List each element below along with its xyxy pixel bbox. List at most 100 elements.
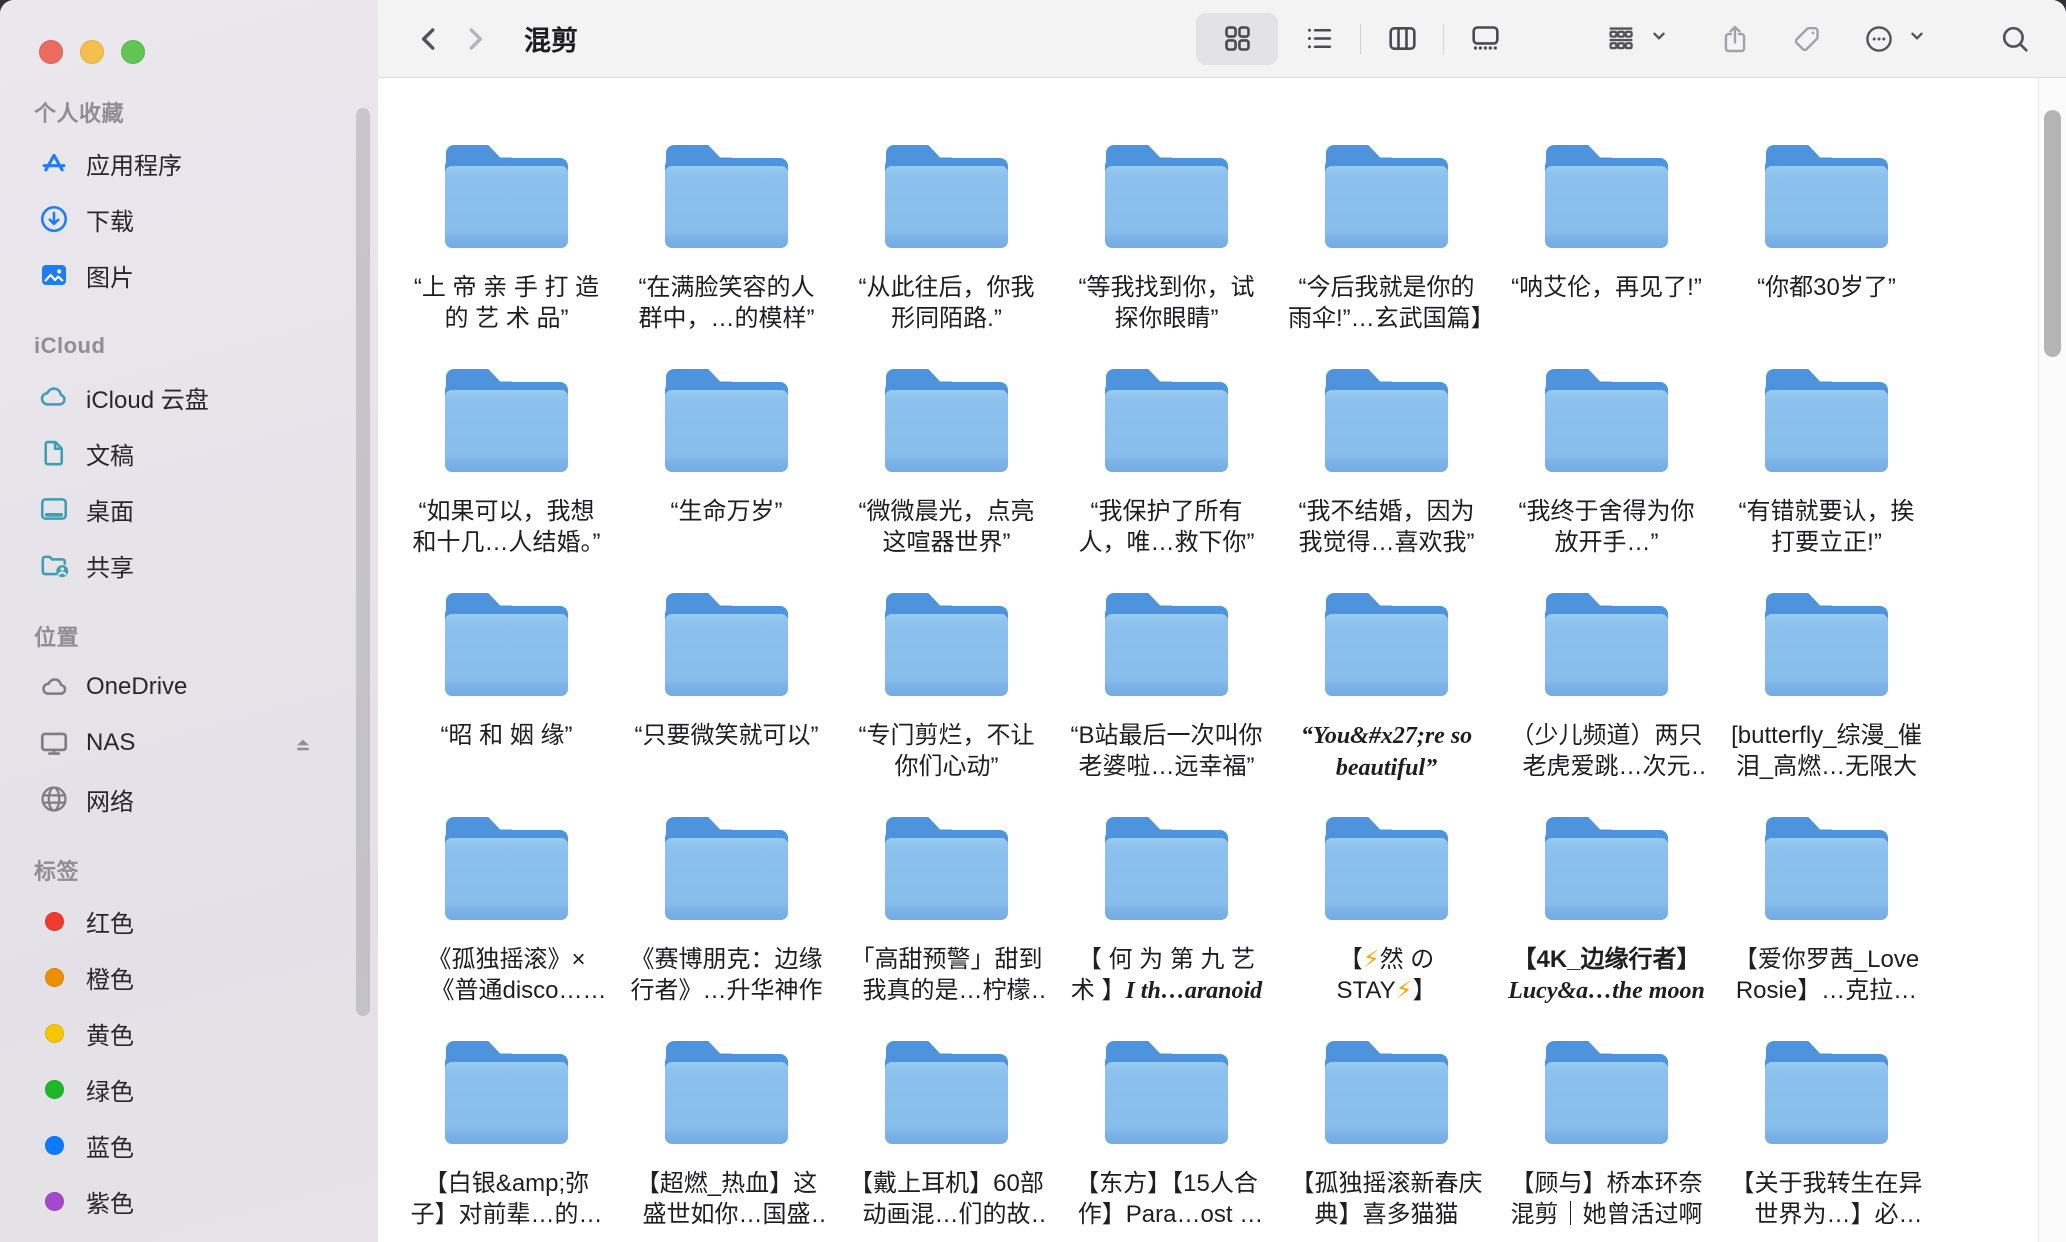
folder-item[interactable]: “我终于舍得为你放开手…” [1508, 369, 1705, 593]
folder-icon [1765, 593, 1888, 696]
content-scrollbar-thumb[interactable] [2044, 110, 2061, 357]
folder-name: “我不结婚，因为我觉得…喜欢我” [1288, 496, 1485, 558]
folder-item[interactable]: 【白银&amp;弥子】对前辈…的地步。 [408, 1041, 605, 1242]
folder-icon [885, 593, 1008, 696]
folder-item[interactable]: “在满脸笑容的人群中，…的模样” [628, 145, 825, 369]
folder-item[interactable]: 【超燃_热血】这盛世如你…国盛世) [628, 1041, 825, 1242]
folder-name: 【东方】【15人合作】Para…ost X 15 [1068, 1168, 1265, 1230]
folder-item[interactable]: “B站最后一次叫你老婆啦…远幸福” [1068, 593, 1265, 817]
sidebar-item-onedrive[interactable]: OneDrive [0, 659, 378, 715]
folder-item[interactable]: 《孤独摇滚》×《普通disco…isco》~ [408, 817, 605, 1041]
folder-item[interactable]: “从此往后，你我形同陌路.” [848, 145, 1045, 369]
folder-item[interactable]: （少儿频道）两只老虎爱跳…次元版！ [1508, 593, 1705, 817]
folder-item[interactable]: “专门剪烂，不让你们心动” [848, 593, 1045, 817]
folder-item[interactable]: “微微晨光，点亮这喧器世界” [848, 369, 1045, 593]
search-button[interactable] [1992, 16, 2038, 62]
folder-name: “你都30岁了” [1757, 272, 1896, 303]
sidebar-item-desktop[interactable]: 桌面 [0, 481, 378, 537]
sidebar-item-label: NAS [86, 729, 135, 757]
sidebar-item-applications[interactable]: 应用程序 [0, 135, 378, 191]
folder-item[interactable]: 【戴上耳机】60部动画混…们的故事! [848, 1041, 1045, 1242]
folder-item[interactable]: “你都30岁了” [1728, 145, 1925, 369]
folder-item[interactable]: “昭 和 姻 缘” [408, 593, 605, 817]
folder-item[interactable]: 【⚡然 の STAY⚡】 [1288, 817, 1485, 1041]
sidebar-item-label: 红色 [86, 904, 134, 939]
folder-item[interactable]: “上 帝 亲 手 打 造 的 艺 术 品” [408, 145, 605, 369]
group-by-button[interactable] [1598, 16, 1670, 62]
folder-name: 【 何 为 第 九 艺 术 】I th…aranoid [1068, 944, 1265, 1006]
folder-icon [1105, 1041, 1228, 1144]
icon-view-button[interactable] [1196, 13, 1278, 65]
sidebar-item-network[interactable]: 网络 [0, 771, 378, 827]
sidebar-item-label: iCloud 云盘 [86, 380, 209, 415]
folder-name: 【⚡然 の STAY⚡】 [1288, 944, 1485, 1006]
sidebar-item-label: 绿色 [86, 1072, 134, 1107]
content-scrollbar-track[interactable] [2038, 78, 2066, 1242]
folder-icon [1105, 145, 1228, 248]
folder-name: [butterfly_综漫_催泪_高燃…无限大 [1728, 720, 1925, 782]
sidebar-item-tag-purple[interactable]: 紫色 [0, 1173, 378, 1229]
folder-icon [445, 145, 568, 248]
folder-item[interactable]: “如果可以，我想和十几…人结婚。” [408, 369, 605, 593]
close-window-button[interactable] [39, 40, 63, 64]
folder-item[interactable]: “我不结婚，因为我觉得…喜欢我” [1288, 369, 1485, 593]
sidebar-section-title: 个人收藏 [0, 95, 378, 129]
forward-button[interactable] [452, 16, 498, 62]
columns-view-button[interactable] [1361, 13, 1443, 65]
folder-item[interactable]: 《赛博朋克：边缘行者》…升华神作 [628, 817, 825, 1041]
folder-item[interactable]: 【4K_边缘行者】Lucy&a…the moon [1508, 817, 1705, 1041]
gallery-view-button[interactable] [1444, 13, 1526, 65]
folder-name: “我终于舍得为你放开手…” [1508, 496, 1705, 558]
tag-button[interactable] [1784, 16, 1830, 62]
folder-icon [445, 369, 568, 472]
folder-item[interactable]: “生命万岁” [628, 369, 825, 593]
sidebar-item-nas[interactable]: NAS [0, 715, 378, 771]
folder-item[interactable]: 【关于我转生在异世界为…】必火！！！ [1728, 1041, 1925, 1242]
zoom-window-button[interactable] [121, 40, 145, 64]
folder-name: “只要微笑就可以” [635, 720, 819, 751]
list-view-button[interactable] [1278, 13, 1360, 65]
folder-item[interactable]: 【东方】【15人合作】Para…ost X 15 [1068, 1041, 1265, 1242]
folder-item[interactable]: 【孤独摇滚新春庆典】喜多猫猫 [1288, 1041, 1485, 1242]
folder-item[interactable]: 【爱你罗茜_Love Rosie】…克拉弗林 [1728, 817, 1925, 1041]
folder-item[interactable]: “今后我就是你的雨伞!”…玄武国篇】 [1288, 145, 1485, 369]
folder-item[interactable]: “我保护了所有人，唯…救下你” [1068, 369, 1265, 593]
back-button[interactable] [406, 16, 452, 62]
tag-dot-icon [36, 959, 72, 995]
folder-item[interactable]: “只要微笑就可以” [628, 593, 825, 817]
folder-item[interactable]: 「高甜预警」甜到我真的是…柠檬啊！ [848, 817, 1045, 1041]
sidebar-item-icloud-drive[interactable]: iCloud 云盘 [0, 369, 378, 425]
folder-name: 《孤独摇滚》×《普通disco…isco》~ [408, 944, 605, 1006]
folder-icon [445, 593, 568, 696]
folder-item[interactable]: “等我找到你，试探你眼睛” [1068, 145, 1265, 369]
sidebar-item-tag-orange[interactable]: 橙色 [0, 949, 378, 1005]
folder-icon [445, 817, 568, 920]
sidebar-item-shared[interactable]: 共享 [0, 537, 378, 593]
folder-icon [1765, 1041, 1888, 1144]
folder-name: 【超燃_热血】这盛世如你…国盛世) [628, 1168, 825, 1230]
sidebar-item-label: OneDrive [86, 673, 187, 701]
folder-item[interactable]: 【 何 为 第 九 艺 术 】I th…aranoid [1068, 817, 1265, 1041]
sidebar-item-tag-green[interactable]: 绿色 [0, 1061, 378, 1117]
eject-icon[interactable] [288, 728, 318, 758]
folder-icon [665, 817, 788, 920]
folder-item[interactable]: [butterfly_综漫_催泪_高燃…无限大 [1728, 593, 1925, 817]
folder-icon [1325, 1041, 1448, 1144]
folder-item[interactable]: “呐艾伦，再见了!” [1508, 145, 1705, 369]
folder-item[interactable]: “有错就要认，挨打要立正!” [1728, 369, 1925, 593]
sidebar-item-documents[interactable]: 文稿 [0, 425, 378, 481]
sidebar-item-pictures[interactable]: 图片 [0, 247, 378, 303]
more-options-button[interactable] [1856, 16, 1928, 62]
folder-icon [1765, 145, 1888, 248]
minimize-window-button[interactable] [80, 40, 104, 64]
share-button[interactable] [1712, 16, 1758, 62]
sidebar-item-tag-blue[interactable]: 蓝色 [0, 1117, 378, 1173]
sidebar-item-downloads[interactable]: 下载 [0, 191, 378, 247]
sidebar-item-label: 橙色 [86, 960, 134, 995]
folder-item[interactable]: 【顾与】桥本环奈混剪｜她曾活过啊 [1508, 1041, 1705, 1242]
folder-icon [1105, 817, 1228, 920]
folder-item[interactable]: “You&#x27;re so beautiful” [1288, 593, 1485, 817]
sidebar-scrollbar[interactable] [356, 108, 370, 1016]
sidebar-item-tag-red[interactable]: 红色 [0, 893, 378, 949]
sidebar-item-tag-yellow[interactable]: 黄色 [0, 1005, 378, 1061]
